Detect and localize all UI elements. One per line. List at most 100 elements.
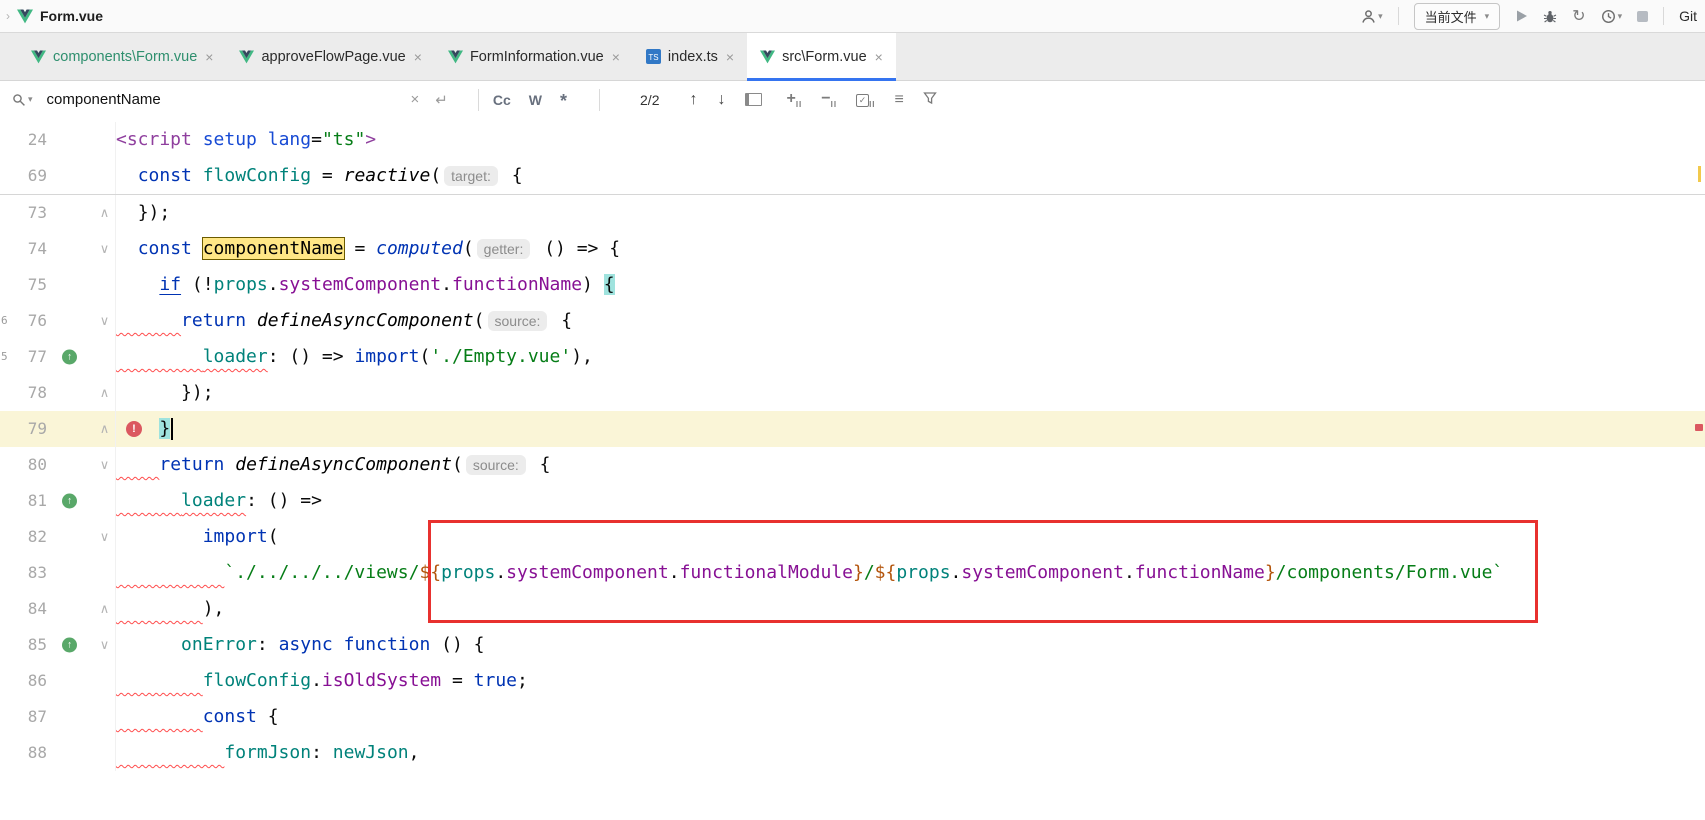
vue-icon bbox=[448, 50, 463, 64]
line-number[interactable]: 84 bbox=[0, 591, 47, 627]
gutter: 85 ↑ ∨ bbox=[0, 627, 116, 663]
close-tab-icon[interactable]: × bbox=[875, 49, 883, 65]
close-tab-icon[interactable]: × bbox=[205, 49, 213, 65]
gutter: 86 bbox=[0, 663, 116, 699]
code-line-69[interactable]: 69 const flowConfig = reactive(target: { bbox=[0, 158, 1705, 195]
run-button[interactable] bbox=[1515, 9, 1528, 23]
code-text: if (!props.systemComponent.functionName)… bbox=[116, 267, 1705, 303]
code-line-79[interactable]: 79∧! } bbox=[0, 411, 1705, 447]
fold-down-icon[interactable]: ∨ bbox=[96, 303, 113, 339]
fold-down-icon[interactable]: ∨ bbox=[96, 519, 113, 555]
code-line-78[interactable]: 78∧ }); bbox=[0, 375, 1705, 411]
code-line-76[interactable]: 676∨ return defineAsyncComponent(source:… bbox=[0, 303, 1705, 339]
filter-search-icon[interactable] bbox=[923, 91, 937, 108]
search-input[interactable] bbox=[45, 90, 411, 109]
tab-approveflowpage-vue[interactable]: approveFlowPage.vue× bbox=[226, 33, 434, 80]
code-line-75[interactable]: 75 if (!props.systemComponent.functionNa… bbox=[0, 267, 1705, 303]
divider bbox=[1398, 7, 1399, 25]
tab-src-form-vue[interactable]: src\Form.vue× bbox=[747, 33, 896, 80]
gutter: 676∨ bbox=[0, 303, 116, 339]
line-number[interactable]: 73 bbox=[0, 195, 47, 231]
history-button[interactable]: ▾ bbox=[1601, 9, 1623, 24]
coverage-button[interactable]: ↻ bbox=[1572, 6, 1585, 26]
code-text: return defineAsyncComponent(source: { bbox=[116, 303, 1705, 339]
code-line-85[interactable]: 85↑∨ onError: async function () { bbox=[0, 627, 1705, 663]
tab-label: FormInformation.vue bbox=[470, 49, 604, 65]
code-line-74[interactable]: 74∨ const componentName = computed(gette… bbox=[0, 231, 1705, 267]
implementation-marker-icon[interactable]: ↑ bbox=[62, 494, 77, 509]
line-number[interactable]: 81 bbox=[0, 483, 47, 519]
line-number[interactable]: 79 bbox=[0, 411, 47, 447]
previous-occurrence-button[interactable]: ↑ bbox=[689, 91, 697, 109]
add-occurrence-button[interactable]: +II bbox=[786, 90, 802, 109]
error-stripe[interactable] bbox=[1693, 118, 1705, 820]
chevron-down-icon: ▾ bbox=[1485, 11, 1490, 22]
collaborate-button[interactable]: ▾ bbox=[1361, 9, 1383, 24]
line-number[interactable]: 80 bbox=[0, 447, 47, 483]
filter-lines-icon[interactable]: ≡ bbox=[895, 91, 904, 109]
select-all-occurrences-button[interactable]: ✓II bbox=[856, 90, 875, 109]
code-line-77[interactable]: 577↑ loader: () => import('./Empty.vue')… bbox=[0, 339, 1705, 375]
open-results-icon[interactable] bbox=[745, 93, 762, 106]
fold-up-icon[interactable]: ∧ bbox=[96, 195, 113, 231]
line-number[interactable]: 69 bbox=[0, 158, 47, 194]
tab-forminformation-vue[interactable]: FormInformation.vue × bbox=[435, 33, 633, 80]
line-number[interactable]: 75 bbox=[0, 267, 47, 303]
code-line-24[interactable]: 24<script setup lang="ts"> bbox=[0, 122, 1705, 158]
regex-toggle[interactable]: * bbox=[560, 91, 567, 112]
vue-icon bbox=[31, 50, 46, 64]
implementation-marker-icon[interactable]: ↑ bbox=[62, 350, 77, 365]
words-toggle[interactable]: W bbox=[529, 92, 542, 108]
line-number[interactable]: 85 bbox=[0, 627, 47, 663]
match-case-toggle[interactable]: Cc bbox=[493, 92, 511, 108]
next-occurrence-button[interactable]: ↓ bbox=[717, 91, 725, 109]
code-line-88[interactable]: 88 formJson: newJson, bbox=[0, 735, 1705, 771]
fold-down-icon[interactable]: ∨ bbox=[96, 627, 113, 663]
fold-down-icon[interactable]: ∨ bbox=[96, 231, 113, 267]
implementation-marker-icon[interactable]: ↑ bbox=[62, 638, 77, 653]
code-line-80[interactable]: 80∨ return defineAsyncComponent(source: … bbox=[0, 447, 1705, 483]
git-label[interactable]: Git bbox=[1679, 8, 1697, 24]
code-line-82[interactable]: 82∨ import( bbox=[0, 519, 1705, 555]
close-tab-icon[interactable]: × bbox=[726, 49, 734, 65]
code-line-87[interactable]: 87 const { bbox=[0, 699, 1705, 735]
code-line-83[interactable]: 83 `./../../../views/${props.systemCompo… bbox=[0, 555, 1705, 591]
line-number[interactable]: 76 bbox=[0, 303, 47, 339]
titlebar: › Form.vue ▾ 当前文件 ▾ ↻ bbox=[0, 0, 1705, 33]
line-number[interactable]: 77 bbox=[0, 339, 47, 375]
fold-down-icon[interactable]: ∨ bbox=[96, 447, 113, 483]
code-editor[interactable]: 24<script setup lang="ts">69 const flowC… bbox=[0, 118, 1705, 820]
line-number[interactable]: 86 bbox=[0, 663, 47, 699]
code-line-86[interactable]: 86 flowConfig.isOldSystem = true; bbox=[0, 663, 1705, 699]
search-icon[interactable]: ▾ bbox=[12, 93, 33, 107]
line-number[interactable]: 78 bbox=[0, 375, 47, 411]
code-line-81[interactable]: 81↑ loader: () => bbox=[0, 483, 1705, 519]
tab-index-ts[interactable]: TSindex.ts× bbox=[633, 33, 747, 80]
warning-stripe-mark[interactable] bbox=[1698, 166, 1701, 182]
line-number[interactable]: 88 bbox=[0, 735, 47, 771]
user-icon bbox=[1361, 9, 1376, 24]
fold-up-icon[interactable]: ∧ bbox=[96, 411, 113, 447]
line-number[interactable]: 24 bbox=[0, 122, 47, 158]
line-number[interactable]: 87 bbox=[0, 699, 47, 735]
error-stripe-mark[interactable] bbox=[1695, 424, 1703, 431]
line-number[interactable]: 74 bbox=[0, 231, 47, 267]
gutter: 80 ∨ bbox=[0, 447, 116, 483]
code-text: const flowConfig = reactive(target: { bbox=[116, 158, 1705, 194]
newline-icon[interactable]: ↵ bbox=[435, 91, 448, 109]
debug-button[interactable] bbox=[1543, 9, 1557, 24]
code-line-73[interactable]: 73∧ }); bbox=[0, 195, 1705, 231]
chevron-down-icon: ▾ bbox=[1618, 11, 1623, 22]
clear-search-icon[interactable]: × bbox=[411, 91, 420, 108]
fold-up-icon[interactable]: ∧ bbox=[96, 591, 113, 627]
line-number[interactable]: 82 bbox=[0, 519, 47, 555]
close-tab-icon[interactable]: × bbox=[414, 49, 422, 65]
code-line-84[interactable]: 84∧ ), bbox=[0, 591, 1705, 627]
stop-button[interactable] bbox=[1637, 11, 1648, 22]
tab-components-form-vue[interactable]: components\Form.vue× bbox=[18, 33, 226, 80]
line-number[interactable]: 83 bbox=[0, 555, 47, 591]
run-config-select[interactable]: 当前文件 ▾ bbox=[1414, 3, 1501, 30]
close-tab-icon[interactable]: × bbox=[612, 49, 620, 65]
remove-occurrence-button[interactable]: −II bbox=[821, 90, 837, 109]
fold-up-icon[interactable]: ∧ bbox=[96, 375, 113, 411]
